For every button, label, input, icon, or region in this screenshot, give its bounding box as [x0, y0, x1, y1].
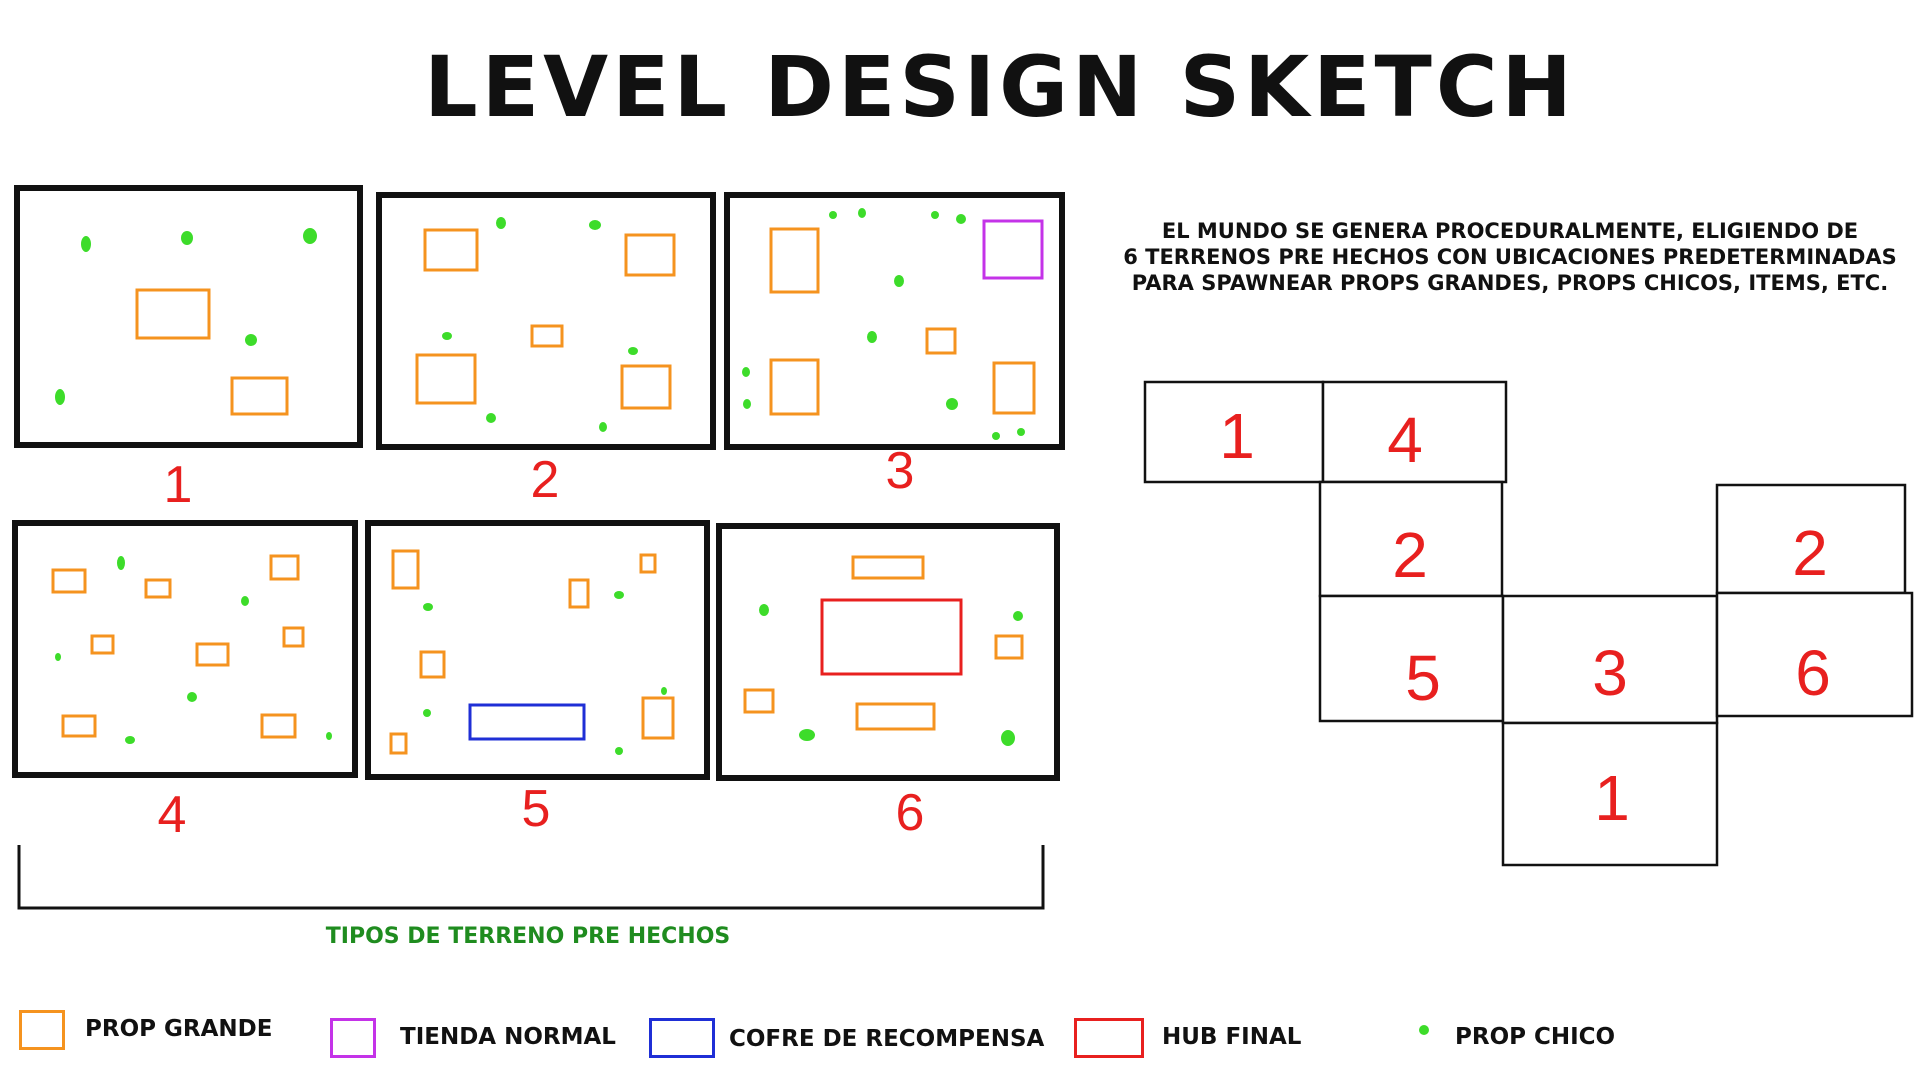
map-tile-label: 1 — [1594, 762, 1630, 834]
map-tile-label: 2 — [1792, 517, 1828, 589]
map-tile-label: 5 — [1405, 642, 1441, 714]
map-tile-label: 4 — [1387, 404, 1423, 476]
terrain-panel-3 — [724, 192, 1065, 450]
legend-label: COFRE DE RECOMPENSA — [729, 1026, 1045, 1052]
terrain-number: 6 — [896, 784, 925, 842]
description-line: PARA SPAWNEAR PROPS GRANDES, PROPS CHICO… — [1131, 271, 1889, 295]
description-line: EL MUNDO SE GENERA PROCEDURALMENTE, ELIG… — [1161, 219, 1859, 243]
description-line: 6 TERRENOS PRE HECHOS CON UBICACIONES PR… — [1123, 245, 1897, 269]
terrain-number: 3 — [886, 442, 915, 500]
terrain-group-brace — [17, 845, 1045, 910]
description-text: EL MUNDO SE GENERA PROCEDURALMENTE, ELIG… — [1090, 218, 1920, 296]
terrain-panel-4 — [12, 520, 358, 778]
legend-label: TIENDA NORMAL — [400, 1024, 616, 1050]
world-map-grid — [1143, 380, 1914, 867]
map-tile-label: 6 — [1795, 637, 1831, 709]
legend-label: HUB FINAL — [1162, 1024, 1302, 1050]
map-tile-label: 1 — [1219, 400, 1255, 472]
terrain-types-label: TIPOS DE TERRENO PRE HECHOS — [325, 924, 731, 949]
prop-chico-dot-icon — [1419, 1025, 1429, 1035]
terrain-number: 5 — [522, 780, 551, 838]
level-design-sketch: LEVEL DESIGN SKETCH 1 2 3 4 5 6 1 4 2 2 … — [0, 0, 1920, 1080]
legend-swatch — [19, 1010, 65, 1050]
terrain-panel-5 — [365, 520, 710, 780]
legend-label: PROP GRANDE — [85, 1016, 273, 1042]
terrain-diagram: 1 2 3 4 5 6 1 4 2 2 5 3 6 1 — [12, 185, 1914, 910]
terrain-number: 4 — [158, 786, 187, 844]
terrain-number: 2 — [531, 451, 560, 509]
legend-label: PROP CHICO — [1455, 1024, 1616, 1050]
terrain-panel-6 — [716, 523, 1060, 781]
legend-swatch — [1074, 1018, 1144, 1058]
terrain-panel-1 — [14, 185, 363, 448]
legend-swatch — [330, 1018, 376, 1058]
legend-swatch — [649, 1018, 715, 1058]
terrain-panel-2 — [376, 192, 716, 450]
terrain-number: 1 — [164, 456, 193, 514]
map-tile-label: 2 — [1392, 519, 1428, 591]
map-tile-label: 3 — [1592, 637, 1628, 709]
